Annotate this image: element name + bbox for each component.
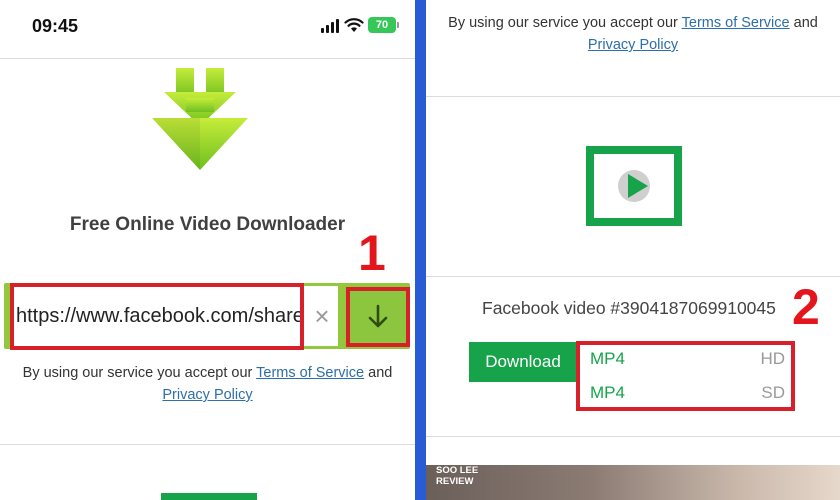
format-options: MP4 HD MP4 SD [576, 341, 795, 411]
arrow-down-icon [368, 304, 388, 328]
terms-and-text: and [789, 15, 818, 31]
divider-line [426, 96, 840, 97]
left-screenshot: 09:45 70 Free Online Video Downloader 1 … [0, 0, 415, 500]
terms-notice: By using our service you accept our Term… [0, 362, 415, 406]
thumbnail-caption: SOO LEE REVIEW [436, 465, 479, 487]
page-title: Free Online Video Downloader [69, 214, 346, 235]
clear-icon[interactable]: × [310, 302, 334, 330]
submit-download-button[interactable] [346, 287, 410, 347]
cellular-signal-icon [321, 19, 341, 33]
status-time: 09:45 [32, 16, 79, 36]
terms-of-service-link[interactable]: Terms of Service [682, 15, 790, 31]
status-bar: 09:45 70 [0, 0, 415, 56]
divider-line [0, 444, 415, 445]
partial-button[interactable] [161, 493, 257, 500]
url-form: https://www.facebook.com/share/v/1234567… [4, 283, 410, 350]
terms-text: By using our service you accept our [22, 365, 257, 381]
video-thumbnail[interactable] [586, 146, 682, 226]
url-highlight-box [10, 283, 304, 350]
format-label: MP4 [590, 383, 625, 402]
quality-label: HD [760, 349, 785, 368]
video-preview-thumbnail[interactable]: SOO LEE REVIEW [426, 465, 840, 500]
video-title: Facebook video #3904187069910045 [482, 298, 776, 318]
terms-notice: By using our service you accept our Term… [426, 12, 840, 56]
quality-label: SD [761, 383, 785, 402]
play-icon [618, 170, 650, 202]
terms-of-service-link[interactable]: Terms of Service [256, 365, 364, 381]
step-number-1: 1 [358, 225, 386, 281]
wifi-icon [344, 18, 364, 32]
step-number-2: 2 [792, 279, 820, 335]
battery-icon: 70 [368, 17, 399, 33]
divider-line [426, 276, 840, 277]
divider-line [0, 58, 415, 59]
divider-line [426, 436, 840, 437]
terms-and-text: and [364, 365, 393, 381]
format-option-hd[interactable]: MP4 HD [590, 345, 785, 375]
right-screenshot: By using our service you accept our Term… [426, 0, 840, 500]
format-label: MP4 [590, 349, 625, 368]
privacy-policy-link[interactable]: Privacy Policy [588, 37, 678, 53]
download-button[interactable]: Download [469, 342, 577, 382]
download-logo-icon [152, 68, 248, 170]
panel-divider [415, 0, 426, 500]
format-option-sd[interactable]: MP4 SD [590, 379, 785, 409]
terms-text: By using our service you accept our [448, 15, 682, 31]
privacy-policy-link[interactable]: Privacy Policy [162, 387, 252, 403]
